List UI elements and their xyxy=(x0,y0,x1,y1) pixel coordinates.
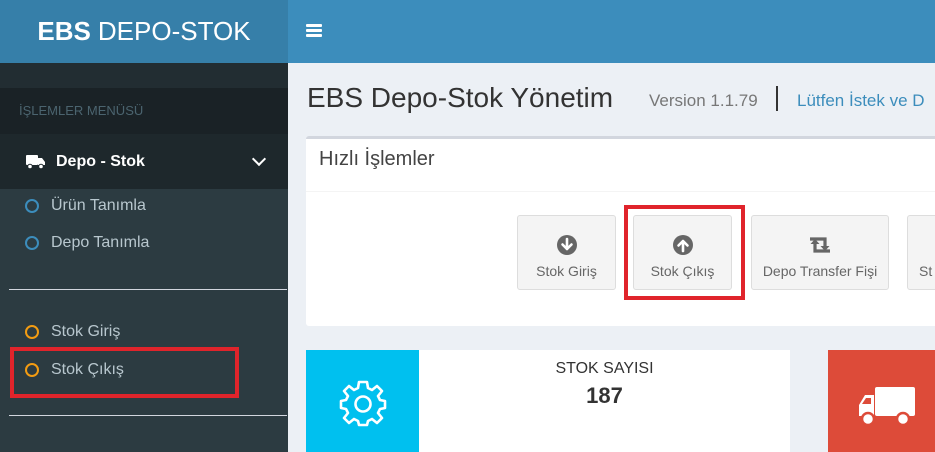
arrow-down-circle-icon xyxy=(556,235,577,255)
retweet-icon xyxy=(810,237,830,253)
sidebar-menu-header: İŞLEMLER MENÜSÜ xyxy=(0,88,288,134)
title-separator xyxy=(776,86,778,111)
version-text: Version 1.1.79 xyxy=(649,91,758,110)
truck-icon xyxy=(859,387,915,427)
treeview-label: Depo - Stok xyxy=(56,152,145,170)
quick-actions-box: Hızlı İşlemler Stok Giriş Stok Çıkış Dep… xyxy=(306,136,935,326)
page-title: EBS Depo-Stok Yönetim xyxy=(307,82,614,113)
sidebar-item-urun-tanimla[interactable]: Ürün Tanımla xyxy=(25,197,146,215)
notice-link[interactable]: Lütfen İstek ve D xyxy=(797,91,925,111)
circle-icon xyxy=(25,325,39,339)
button-label: Stok Giriş xyxy=(536,263,597,279)
button-label: St xyxy=(919,263,933,279)
box-divider xyxy=(306,191,935,192)
gear-icon xyxy=(339,380,387,427)
sidebar-item-label: Depo Tanımla xyxy=(51,234,150,251)
top-navbar xyxy=(288,0,935,63)
stok-button-partial[interactable]: St xyxy=(907,215,935,290)
logo-bold: EBS xyxy=(37,16,91,46)
stok-giris-button[interactable]: Stok Giriş xyxy=(517,215,616,290)
sidebar-divider xyxy=(9,289,287,290)
menu-toggle-icon[interactable] xyxy=(306,24,322,38)
circle-icon xyxy=(25,236,39,250)
circle-icon xyxy=(25,199,39,213)
truck-icon xyxy=(26,154,45,169)
sidebar-item-stok-giris[interactable]: Stok Giriş xyxy=(25,323,120,341)
chevron-down-icon xyxy=(251,151,267,167)
box-title: Hızlı İşlemler xyxy=(319,148,435,170)
highlight-box-button xyxy=(624,205,745,300)
sidebar-treeview-depo-stok[interactable]: Depo - Stok xyxy=(0,134,288,189)
logo-text: DEPO-STOK xyxy=(97,16,251,46)
app-logo[interactable]: EBS DEPO-STOK xyxy=(0,0,288,63)
sidebar-item-label: Ürün Tanımla xyxy=(51,197,146,214)
sidebar-submenu: Ürün Tanımla Depo Tanımla Stok Giriş Sto… xyxy=(0,189,288,452)
highlight-box-sidebar xyxy=(10,347,239,398)
info-box-red xyxy=(828,350,935,452)
info-box-number: 187 xyxy=(586,383,623,408)
sidebar-divider xyxy=(9,415,287,416)
info-box-text: STOK SAYISI xyxy=(555,360,654,377)
info-box-stok-sayisi: STOK SAYISI 187 xyxy=(306,350,790,452)
info-box-icon-area xyxy=(306,350,419,452)
button-label: Depo Transfer Fişi xyxy=(762,263,878,279)
sidebar-item-label: Stok Giriş xyxy=(51,323,121,340)
sidebar-item-depo-tanimla[interactable]: Depo Tanımla xyxy=(25,234,149,252)
depo-transfer-fisi-button[interactable]: Depo Transfer Fişi xyxy=(751,215,889,290)
